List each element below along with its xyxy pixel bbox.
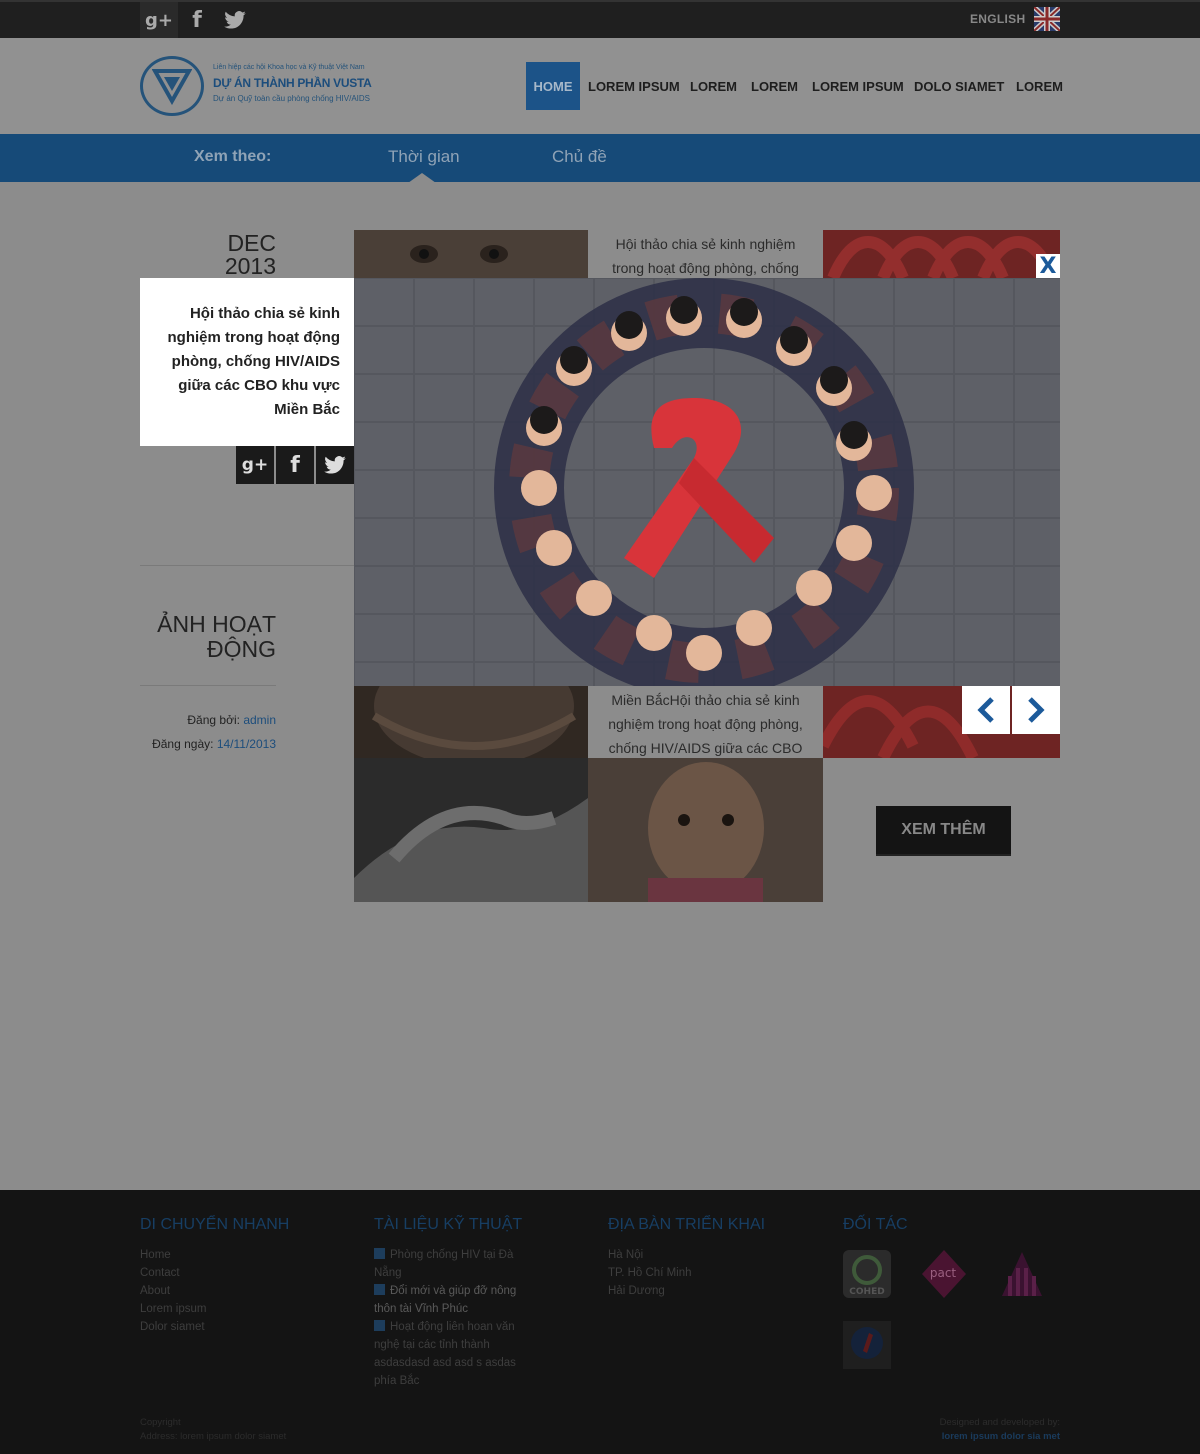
- footer-link[interactable]: Lorem ipsum: [140, 1300, 340, 1318]
- lightbox-image[interactable]: [354, 278, 1060, 686]
- tab-topic[interactable]: Chủ đề: [552, 147, 607, 167]
- footer-doc-item[interactable]: Hoạt động liên hoan văn nghệ tại các tỉn…: [374, 1318, 534, 1390]
- document-icon: [374, 1284, 385, 1295]
- filter-label: Xem theo:: [194, 148, 272, 165]
- post-year: 2013: [224, 253, 276, 279]
- chevron-left-icon: [977, 697, 994, 723]
- footer-documents: Phòng chống HIV tại Đà Nẵng Đổi mới và g…: [374, 1246, 534, 1390]
- active-tab-indicator: [408, 173, 436, 183]
- footer-heading-quicklinks: DI CHUYỂN NHANH: [140, 1216, 290, 1233]
- grid-photo-ribbons-top[interactable]: [823, 230, 1060, 278]
- logo-title: DỰ ÁN THÀNH PHẦN VUSTA: [213, 76, 372, 90]
- chevron-right-icon: [1028, 697, 1045, 723]
- logo-subtitle: Liên hiệp các hội Khoa học và Kỹ thuật V…: [213, 64, 365, 71]
- post-title[interactable]: Hội thảo chia sẻ kinh nghiệm trong hoạt …: [148, 302, 340, 422]
- view-more-button[interactable]: XEM THÊM: [876, 806, 1011, 854]
- partner-isds-logo[interactable]: [998, 1250, 1046, 1298]
- nav-lorem-1[interactable]: LOREM: [682, 62, 745, 110]
- logo-tagline: Dự án Quỹ toàn cầu phòng chống HIV/AIDS: [213, 94, 371, 103]
- posted-by-label: Đăng bởi:: [187, 713, 240, 727]
- footer-location[interactable]: Hà Nội: [608, 1246, 808, 1264]
- lightbox-close-button[interactable]: X: [1036, 254, 1060, 279]
- date-link[interactable]: 14/11/2013: [217, 737, 276, 751]
- footer-heading-locations: ĐỊA BÀN TRIỂN KHAI: [608, 1216, 766, 1233]
- twitter-icon: [324, 456, 346, 474]
- posted-by: Đăng bởi: admin: [140, 713, 276, 727]
- google-plus-icon[interactable]: g+: [140, 2, 178, 38]
- uk-flag-icon[interactable]: [1034, 7, 1060, 31]
- footer-location[interactable]: Hải Dương: [608, 1282, 808, 1300]
- nav-home[interactable]: HOME: [526, 62, 580, 110]
- album-title: ẢNH HOẠT ĐỘNG: [157, 611, 276, 662]
- tab-time[interactable]: Thời gian: [388, 147, 460, 167]
- partner-pact-logo[interactable]: pact: [920, 1250, 968, 1298]
- author-link[interactable]: admin: [243, 713, 276, 727]
- nav-lorem-2[interactable]: LOREM: [743, 62, 806, 110]
- footer-credits: Designed and developed by: lorem ipsum d…: [900, 1416, 1060, 1444]
- share-twitter-button[interactable]: [316, 446, 354, 484]
- facebook-icon[interactable]: f: [178, 2, 216, 38]
- footer-link[interactable]: Home: [140, 1246, 340, 1264]
- footer-doc-item[interactable]: Phòng chống HIV tại Đà Nẵng: [374, 1246, 534, 1282]
- footer-location[interactable]: TP. Hồ Chí Minh: [608, 1264, 808, 1282]
- grid-photo-child-dark[interactable]: [354, 686, 588, 758]
- footer-heading-partners: ĐỐI TÁC: [843, 1216, 908, 1233]
- lightbox-next-button[interactable]: [1012, 686, 1060, 734]
- posted-date: Đăng ngày: 14/11/2013: [140, 737, 276, 751]
- vusta-logo[interactable]: [140, 56, 204, 116]
- share-facebook-button[interactable]: f: [276, 446, 314, 484]
- grid-text-tile-mid[interactable]: Miền BắcHội thảo chia sẻ kinh nghiệm tro…: [588, 686, 823, 758]
- footer-quicklinks: Home Contact About Lorem ipsum Dolor sia…: [140, 1246, 340, 1336]
- footer-link[interactable]: Contact: [140, 1264, 340, 1282]
- partner-ribbon-logo[interactable]: [843, 1321, 891, 1369]
- posted-date-label: Đăng ngày:: [152, 737, 214, 751]
- nav-dolo-siamet[interactable]: DOLO SIAMET: [906, 62, 1012, 110]
- footer-locations: Hà Nội TP. Hồ Chí Minh Hải Dương: [608, 1246, 808, 1300]
- divider: [140, 685, 276, 686]
- designer-link[interactable]: lorem ipsum dolor sia met: [900, 1430, 1060, 1444]
- nav-lorem-ipsum-2[interactable]: LOREM IPSUM: [804, 62, 912, 110]
- share-google-plus-button[interactable]: g+: [236, 446, 274, 484]
- footer-doc-item[interactable]: Đổi mới và giúp đỡ nông thôn tài Vĩnh Ph…: [374, 1282, 534, 1318]
- twitter-icon[interactable]: [216, 2, 254, 38]
- partner-name: COHED: [849, 1287, 884, 1297]
- footer-heading-documents: TÀI LIỆU KỸ THUẬT: [374, 1216, 523, 1233]
- copyright-text: Copyright: [140, 1417, 181, 1428]
- post-card[interactable]: Hội thảo chia sẻ kinh nghiệm trong hoạt …: [140, 278, 354, 446]
- nav-lorem-3[interactable]: LOREM: [1008, 62, 1071, 110]
- footer-link[interactable]: Dolor siamet: [140, 1318, 340, 1336]
- document-icon: [374, 1320, 385, 1331]
- address-text: Address: lorem ipsum dolor siamet: [140, 1431, 287, 1442]
- grid-photo-child-eyes[interactable]: [354, 230, 588, 278]
- nav-lorem-ipsum-1[interactable]: LOREM IPSUM: [580, 62, 688, 110]
- footer-copyright: Copyright Address: lorem ipsum dolor sia…: [140, 1416, 286, 1444]
- grid-text-tile-top[interactable]: Hội thảo chia sẻ kinh nghiệm trong hoạt …: [588, 230, 823, 278]
- language-switch[interactable]: ENGLISH: [970, 12, 1025, 26]
- grid-photo-child-face[interactable]: [588, 758, 823, 902]
- lightbox-prev-button[interactable]: [962, 686, 1010, 734]
- grid-photo-hands[interactable]: [354, 758, 588, 902]
- footer-link[interactable]: About: [140, 1282, 340, 1300]
- partner-name: pact: [930, 1266, 957, 1280]
- partner-cohed-logo[interactable]: COHED: [843, 1250, 891, 1298]
- designed-by-label: Designed and developed by:: [939, 1417, 1060, 1428]
- divider: [140, 565, 354, 566]
- document-icon: [374, 1248, 385, 1259]
